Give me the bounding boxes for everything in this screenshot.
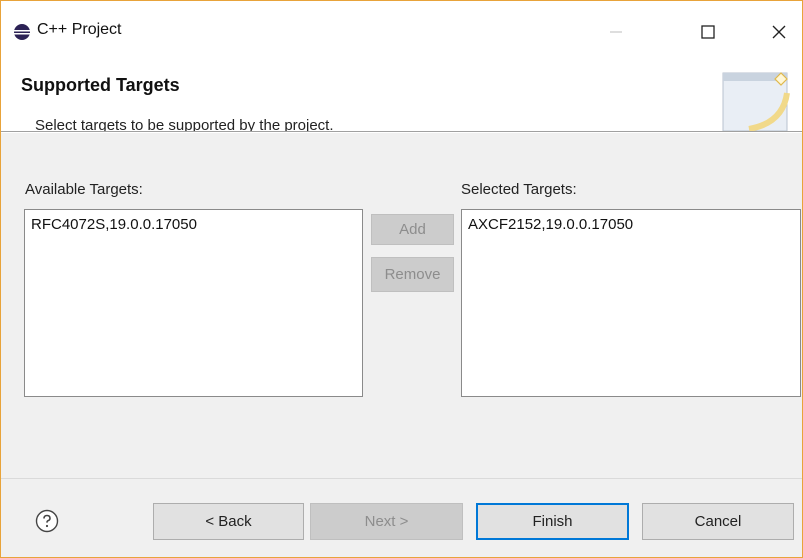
header-separator	[1, 131, 802, 133]
question-circle-icon[interactable]	[35, 509, 59, 533]
window-title: C++ Project	[37, 21, 122, 38]
maximize-button[interactable]	[685, 9, 731, 55]
selected-targets-label: Selected Targets:	[461, 181, 577, 198]
remove-button[interactable]: Remove	[371, 257, 454, 292]
minimize-button[interactable]	[593, 9, 639, 55]
finish-button[interactable]: Finish	[476, 503, 629, 540]
wizard-banner-icon	[722, 72, 790, 132]
available-targets-label: Available Targets:	[25, 181, 143, 198]
cancel-button[interactable]: Cancel	[642, 503, 794, 540]
list-item[interactable]: AXCF2152,19.0.0.17050	[468, 214, 794, 236]
dialog-window: C++ Project Supported Targets Select tar…	[0, 0, 803, 558]
footer-separator	[1, 478, 802, 479]
list-item[interactable]: RFC4072S,19.0.0.17050	[31, 214, 356, 236]
close-button[interactable]	[756, 9, 802, 55]
wizard-banner: Supported Targets Select targets to be s…	[1, 63, 802, 134]
selected-targets-list[interactable]: AXCF2152,19.0.0.17050	[461, 209, 801, 397]
next-button[interactable]: Next >	[310, 503, 463, 540]
title-bar: C++ Project	[1, 1, 802, 63]
close-icon	[772, 25, 786, 39]
eclipse-icon	[14, 24, 30, 40]
available-targets-list[interactable]: RFC4072S,19.0.0.17050	[24, 209, 363, 397]
minimize-icon	[610, 31, 622, 33]
maximize-icon	[701, 25, 715, 39]
back-button[interactable]: < Back	[153, 503, 304, 540]
add-button[interactable]: Add	[371, 214, 454, 245]
page-title: Supported Targets	[21, 75, 180, 95]
